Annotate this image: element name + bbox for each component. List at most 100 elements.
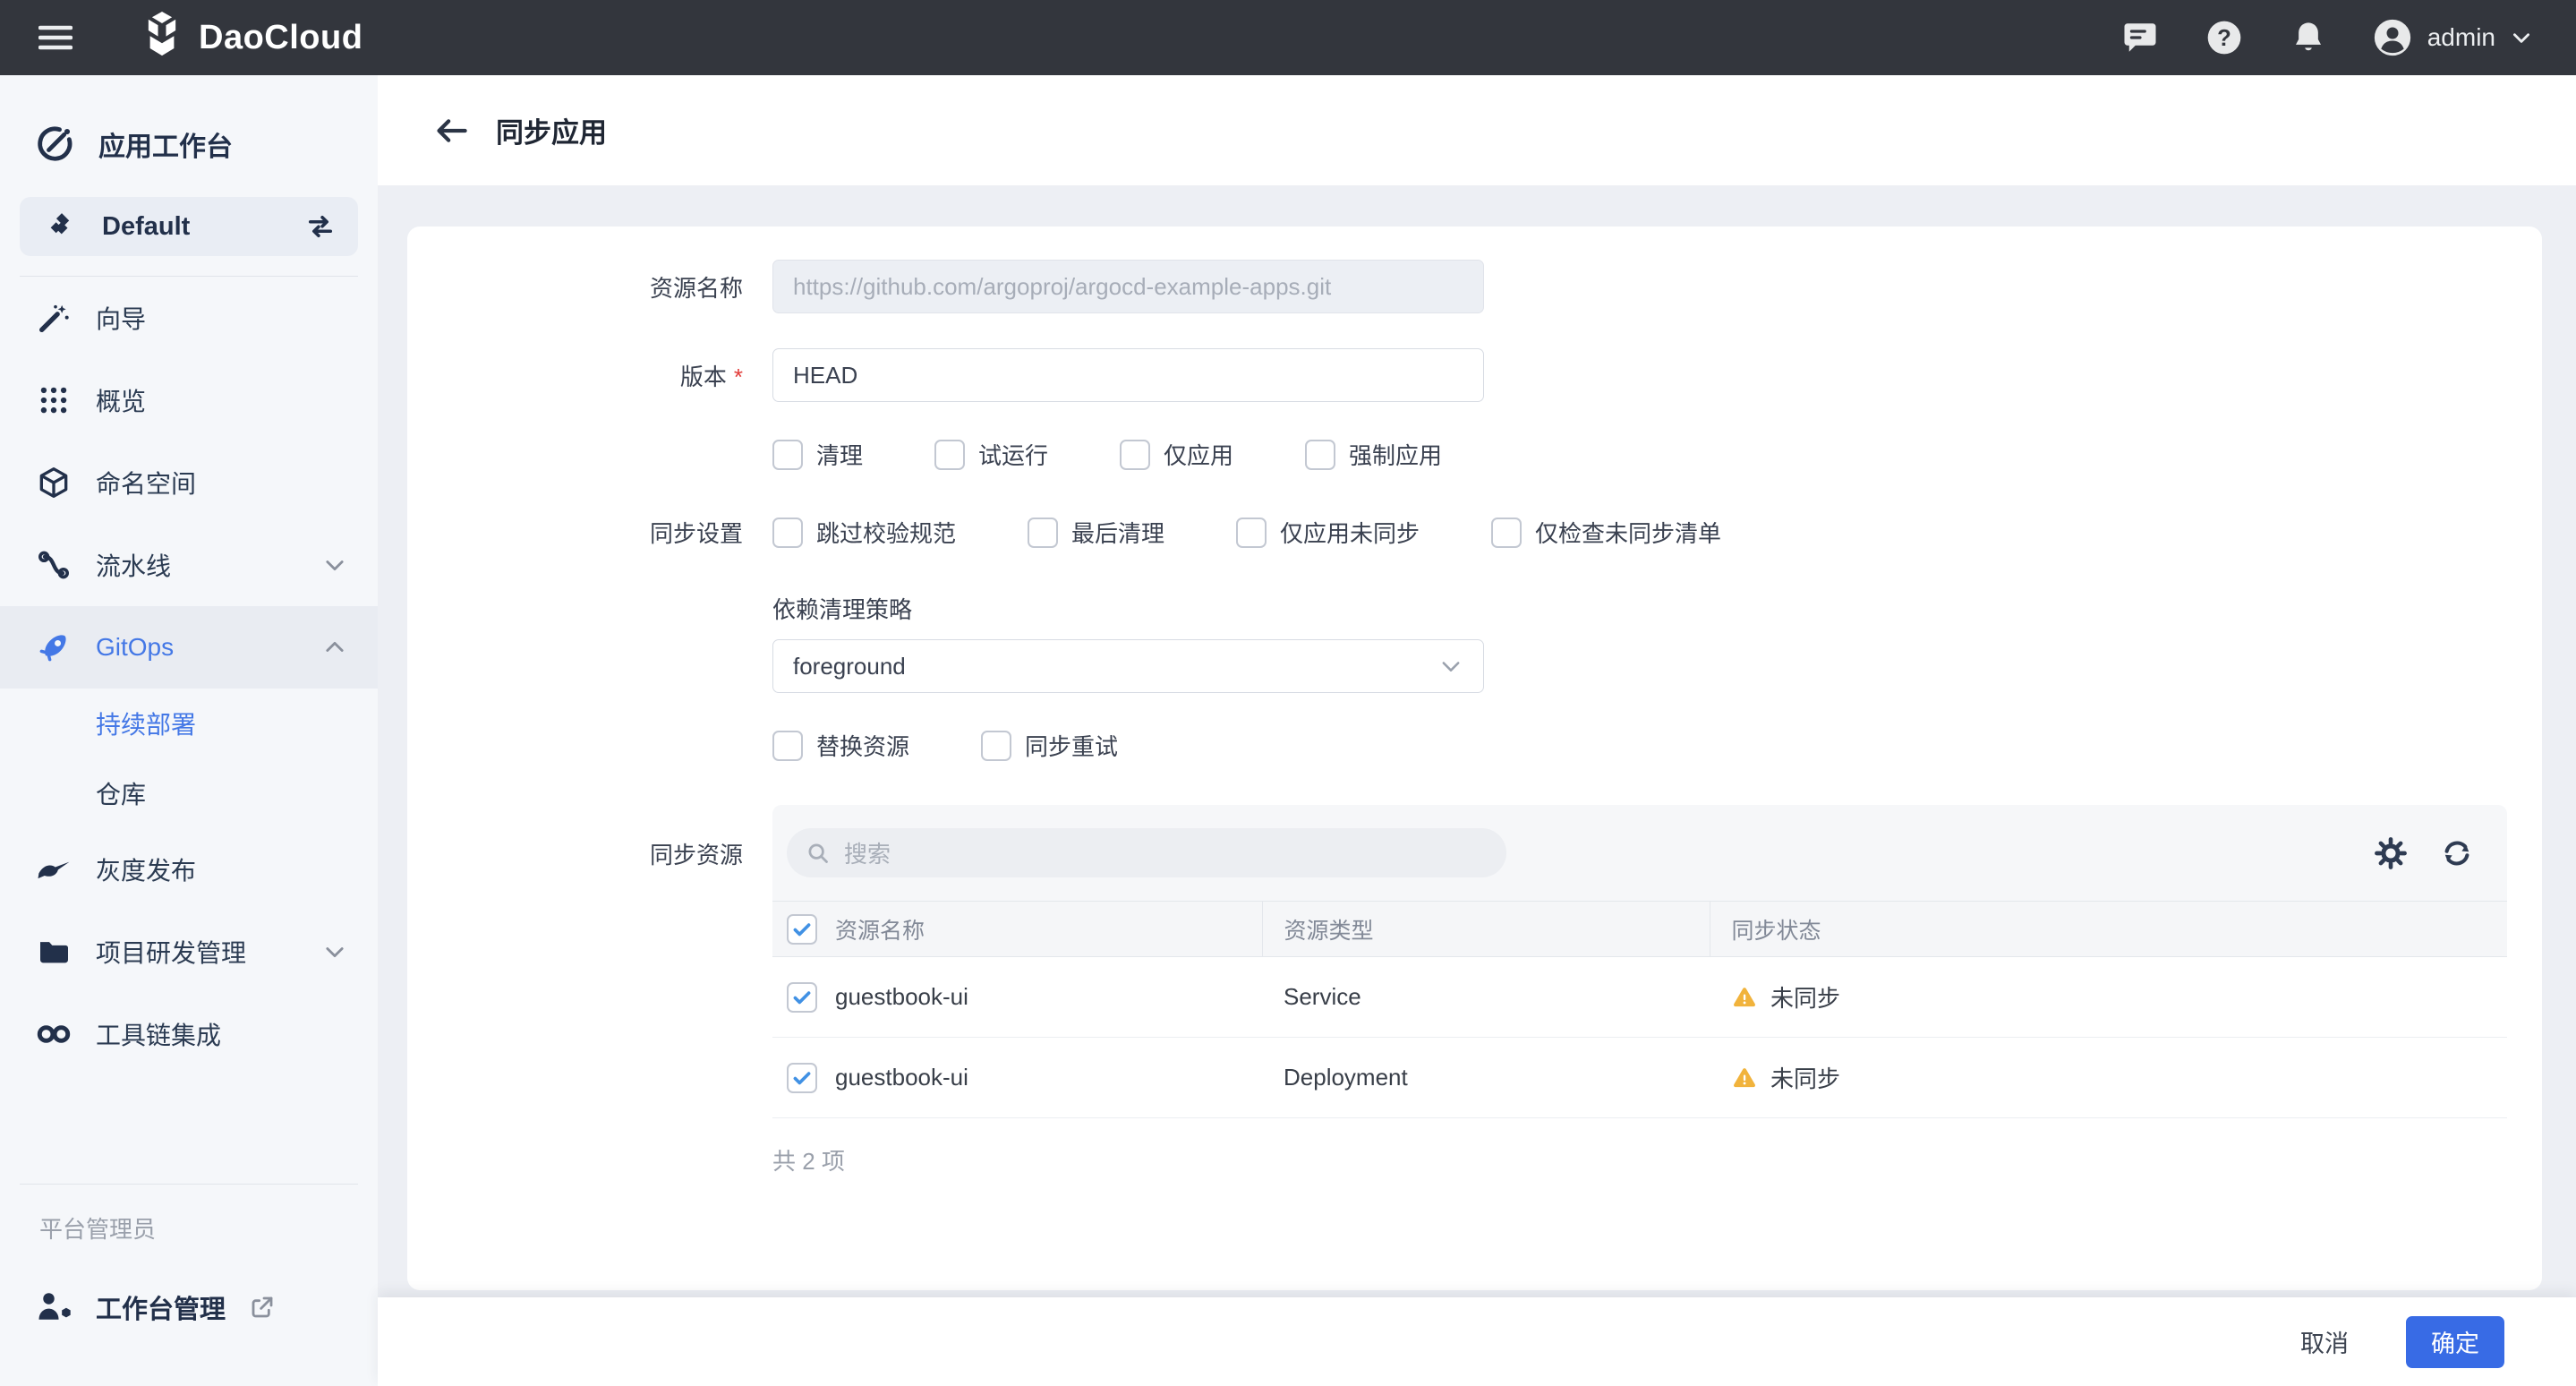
checkbox-label: 替换资源: [816, 729, 909, 762]
workspace-title-label: 应用工作台: [98, 124, 233, 164]
option-checkbox-row: 清理 试运行 仅应用 强制应用: [407, 438, 2542, 471]
admin-user-icon: [34, 1288, 73, 1327]
checkbox-prune[interactable]: 清理: [772, 438, 863, 471]
back-arrow-icon[interactable]: [433, 116, 469, 146]
external-link-icon: [248, 1293, 277, 1322]
sidebar-subitem-continuous-deploy[interactable]: 持续部署: [0, 689, 378, 758]
daocloud-logo: DaoCloud: [138, 12, 363, 64]
sidebar-item-label: 向导: [96, 300, 146, 336]
sidebar-item-toolchain[interactable]: 工具链集成: [0, 993, 378, 1075]
page-title: 同步应用: [496, 110, 607, 150]
help-icon[interactable]: ?: [2204, 17, 2245, 58]
checkbox-label: 仅应用未同步: [1280, 516, 1420, 549]
sidebar-subitem-repository[interactable]: 仓库: [0, 758, 378, 828]
version-label: 版本: [680, 364, 727, 390]
row-checkbox[interactable]: [787, 1063, 817, 1093]
table-row: guestbook-ui Deployment 未同步: [772, 1038, 2507, 1118]
checkbox-force-apply[interactable]: 强制应用: [1305, 438, 1442, 471]
checkbox-check-out-of-sync-manifest-only[interactable]: 仅检查未同步清单: [1491, 516, 1721, 549]
sidebar-item-label: 流水线: [96, 547, 171, 583]
sidebar-item-project-management[interactable]: 项目研发管理: [0, 911, 378, 993]
workspace-selector[interactable]: Default: [20, 197, 358, 256]
rocket-icon: [34, 629, 73, 666]
refresh-icon[interactable]: [2439, 835, 2475, 871]
workbench-manage-label: 工作台管理: [96, 1288, 226, 1326]
brand-name: DaoCloud: [199, 19, 363, 57]
action-footer: 取消 确定: [378, 1297, 2576, 1386]
sidebar-item-namespace[interactable]: 命名空间: [0, 441, 378, 524]
bell-icon[interactable]: [2288, 17, 2329, 58]
checkbox-replace-resource[interactable]: 替换资源: [772, 729, 909, 762]
workspace-diamond-icon: [45, 210, 79, 244]
checkbox-label: 最后清理: [1071, 516, 1164, 549]
required-asterisk: *: [734, 364, 743, 390]
checkbox-prune-last[interactable]: 最后清理: [1028, 516, 1164, 549]
message-icon[interactable]: [2120, 17, 2161, 58]
bird-icon: [34, 851, 73, 888]
sidebar-item-workbench-manage[interactable]: 工作台管理: [34, 1288, 378, 1327]
version-row: 版本 *: [407, 348, 2542, 402]
checkbox-label: 仅检查未同步清单: [1535, 516, 1721, 549]
checkbox-skip-schema-validation[interactable]: 跳过校验规范: [772, 516, 956, 549]
checkbox-sync-retry[interactable]: 同步重试: [981, 729, 1118, 762]
row-checkbox[interactable]: [787, 982, 817, 1013]
prune-policy-label: 依赖清理策略: [772, 592, 912, 625]
resource-name: guestbook-ui: [835, 1064, 968, 1091]
sidebar-item-overview[interactable]: 概览: [0, 359, 378, 441]
svg-text:?: ?: [2217, 26, 2231, 51]
warning-icon: [1731, 984, 1758, 1011]
user-menu[interactable]: admin: [2372, 17, 2533, 58]
sidebar-item-label: GitOps: [96, 633, 174, 662]
search-input[interactable]: 搜索: [787, 828, 1506, 877]
sidebar-item-gitops[interactable]: GitOps: [0, 606, 378, 689]
checkbox-dry-run[interactable]: 试运行: [934, 438, 1048, 471]
resource-name: guestbook-ui: [835, 983, 968, 1011]
checkbox-apply-out-of-sync-only[interactable]: 仅应用未同步: [1236, 516, 1420, 549]
checkbox-label: 仅应用: [1164, 438, 1233, 471]
cancel-button[interactable]: 取消: [2282, 1315, 2367, 1368]
version-input[interactable]: [772, 348, 1484, 402]
prune-policy-label-row: 依赖清理策略: [407, 592, 2542, 625]
checkbox-apply-only[interactable]: 仅应用: [1120, 438, 1233, 471]
sync-settings-label: 同步设置: [407, 516, 743, 549]
select-all-checkbox[interactable]: [787, 914, 817, 945]
sidebar-item-gray-release[interactable]: 灰度发布: [0, 828, 378, 911]
resources-table: 资源名称 资源类型 同步状态 guestboo: [772, 901, 2507, 1118]
search-placeholder: 搜索: [844, 836, 891, 869]
sidebar-item-label: 命名空间: [96, 465, 196, 500]
sync-form-card: 资源名称 版本 * 清理 试运行 仅应用 强制应用 同步设置 跳过校验规范: [407, 227, 2542, 1290]
search-icon: [805, 840, 832, 867]
resource-type: Service: [1262, 957, 1710, 1038]
checkbox-label: 同步重试: [1025, 729, 1118, 762]
pipeline-icon: [34, 547, 73, 583]
prune-policy-select[interactable]: foreground: [772, 639, 1484, 693]
checkbox-label: 跳过校验规范: [816, 516, 956, 549]
hamburger-menu-icon[interactable]: [30, 13, 81, 63]
sync-settings-row: 同步设置 跳过校验规范 最后清理 仅应用未同步 仅检查未同步清单: [407, 516, 2542, 549]
grid-dots-icon: [34, 383, 73, 417]
main-content: 同步应用 资源名称 版本 * 清理 试运行 仅应用 强制应用 同步设置: [378, 75, 2576, 1386]
prune-policy-value: foreground: [793, 653, 906, 680]
resource-name-input: [772, 260, 1484, 313]
prune-policy-row: foreground: [407, 639, 2542, 693]
daocloud-logo-icon: [138, 12, 186, 64]
sync-resources-label: 同步资源: [407, 837, 743, 870]
checkbox-label: 试运行: [978, 438, 1048, 471]
column-header-type: 资源类型: [1262, 902, 1710, 957]
column-header-status: 同步状态: [1710, 902, 2507, 957]
infinity-icon: [34, 1015, 73, 1053]
cube-icon: [34, 465, 73, 500]
sidebar-item-wizard[interactable]: 向导: [0, 277, 378, 359]
confirm-button[interactable]: 确定: [2406, 1316, 2504, 1368]
extra-options-row: 替换资源 同步重试: [407, 729, 2542, 762]
sidebar-bottom-divider: [20, 1184, 358, 1185]
workspace-switch-icon[interactable]: [304, 210, 337, 243]
chevron-down-icon: [2510, 26, 2533, 49]
table-row: guestbook-ui Service 未同步: [772, 957, 2507, 1038]
resource-name-row: 资源名称: [407, 260, 2542, 313]
app-header: DaoCloud ? admin: [0, 0, 2576, 75]
chevron-down-icon: [1438, 654, 1463, 679]
table-header-row: 资源名称 资源类型 同步状态: [772, 902, 2507, 957]
gear-icon[interactable]: [2373, 835, 2409, 871]
sidebar-item-pipeline[interactable]: 流水线: [0, 524, 378, 606]
